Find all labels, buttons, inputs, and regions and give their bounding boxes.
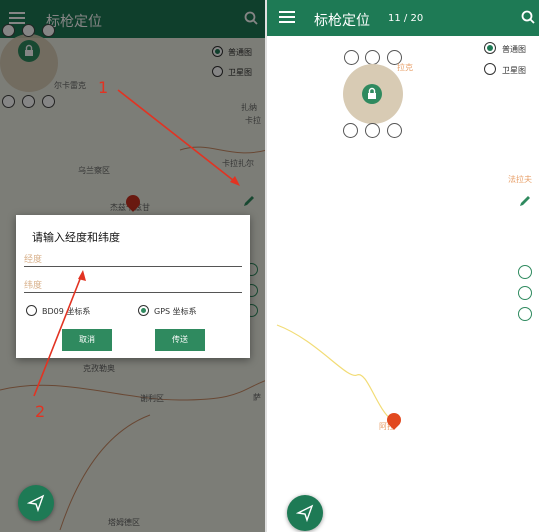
- annotation-arrows: [33, 89, 240, 397]
- run-icon[interactable]: [365, 123, 380, 138]
- bike-icon[interactable]: [387, 123, 402, 138]
- edit-icon[interactable]: [518, 194, 532, 208]
- lock-icon[interactable]: [362, 84, 382, 104]
- zoom-out-icon[interactable]: [518, 307, 532, 321]
- move-icon[interactable]: [344, 50, 359, 65]
- zoom-in-icon[interactable]: [518, 286, 532, 300]
- map-normal-label: 普通图: [502, 45, 526, 54]
- send-location-button[interactable]: [287, 495, 323, 531]
- map-background: [276, 324, 393, 421]
- map-label: 法拉夫: [508, 175, 532, 184]
- screenshot: 标枪定位 普通图 卫星图 尔卡雷克 扎纳 卡拉 卡拉扎尔 乌兰察区 杰兹卡兹甘 …: [0, 0, 539, 532]
- left-screen: 标枪定位 普通图 卫星图 尔卡雷克 扎纳 卡拉 卡拉扎尔 乌兰察区 杰兹卡兹甘 …: [0, 0, 267, 532]
- location-counter: 11 / 20: [388, 13, 424, 24]
- map-normal-radio[interactable]: [484, 42, 496, 54]
- app-title: 标枪定位: [314, 13, 370, 29]
- locate-icon[interactable]: [518, 265, 532, 279]
- gps-icon[interactable]: [365, 50, 380, 65]
- walk-icon[interactable]: [343, 123, 358, 138]
- send-icon: [296, 504, 314, 522]
- right-screen: 标枪定位 11 / 20 普通图 卫星图 拉克 法拉夫 阿拉: [267, 0, 539, 532]
- menu-icon[interactable]: [279, 11, 295, 23]
- search-icon[interactable]: [521, 10, 535, 24]
- annotation-one: 1: [98, 78, 109, 97]
- map-satellite-label: 卫星图: [502, 66, 526, 75]
- annotation-two: 2: [35, 402, 46, 421]
- map-label: 拉克: [397, 63, 413, 72]
- map-satellite-radio[interactable]: [484, 63, 496, 75]
- app-bar: 标枪定位 11 / 20: [267, 0, 539, 36]
